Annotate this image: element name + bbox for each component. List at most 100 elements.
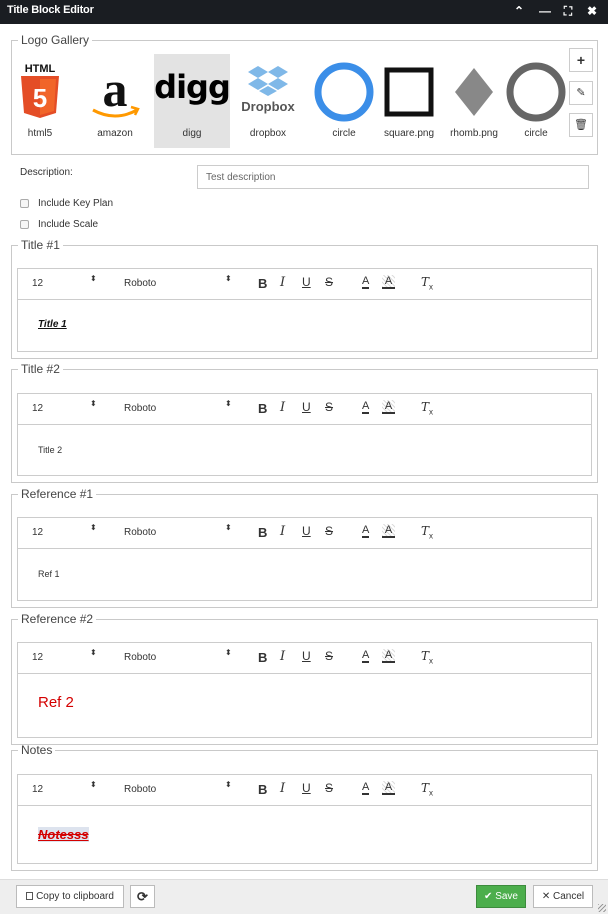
background-color-button[interactable]: A	[382, 781, 395, 795]
editor-content[interactable]: Ref 2	[38, 694, 74, 711]
text-color-button[interactable]: A	[362, 400, 370, 414]
underline-button[interactable]: U	[302, 781, 311, 795]
html5-logo-text: HTML	[25, 63, 56, 75]
editor-content[interactable]: Title 2	[38, 445, 62, 455]
clear-format-button[interactable]: Tx	[421, 275, 433, 291]
clear-format-icon: T	[421, 400, 430, 414]
clear-format-sub: x	[429, 407, 434, 417]
description-input[interactable]	[197, 165, 589, 189]
logo-item-dropbox[interactable]: Dropbox dropbox	[230, 54, 306, 148]
select-arrows-icon[interactable]: ⬍	[90, 649, 97, 657]
edit-logo-button[interactable]: ✎	[569, 81, 593, 105]
save-button[interactable]: ✔ Save	[476, 885, 526, 908]
editor-content[interactable]: Ref 1	[38, 569, 60, 579]
select-arrows-icon[interactable]: ⬍	[90, 781, 97, 789]
select-arrows-icon[interactable]: ⬍	[225, 781, 232, 789]
bold-button[interactable]: B	[258, 782, 267, 797]
font-size-select[interactable]: 12	[32, 652, 43, 663]
delete-logo-button[interactable]: 🗑	[569, 113, 593, 137]
select-arrows-icon[interactable]: ⬍	[225, 275, 232, 283]
strikethrough-button[interactable]: S	[325, 524, 333, 538]
select-arrows-icon[interactable]: ⬍	[225, 649, 232, 657]
select-arrows-icon[interactable]: ⬍	[90, 524, 97, 532]
background-color-button[interactable]: A	[382, 400, 395, 414]
font-size-select[interactable]: 12	[32, 403, 43, 414]
clear-format-button[interactable]: Tx	[421, 400, 433, 416]
clear-format-button[interactable]: Tx	[421, 781, 433, 797]
font-family-select[interactable]: Roboto	[124, 403, 156, 414]
resize-grip-icon[interactable]	[598, 904, 606, 912]
close-icon[interactable]: ✖	[584, 3, 600, 20]
maximize-icon[interactable]: ⛶	[560, 3, 576, 20]
logo-item-amazon[interactable]: a amazon	[77, 54, 153, 148]
underline-button[interactable]: U	[302, 275, 311, 289]
underline-button[interactable]: U	[302, 649, 311, 663]
text-color-button[interactable]: A	[362, 649, 370, 663]
text-color-button[interactable]: A	[362, 781, 370, 795]
window-title: Title Block Editor	[7, 4, 94, 16]
collapse-icon[interactable]: ⌃	[511, 3, 527, 20]
italic-button[interactable]: I	[280, 524, 285, 539]
copy-icon	[26, 892, 34, 900]
text-color-button[interactable]: A	[362, 524, 370, 538]
save-label: Save	[495, 891, 518, 902]
select-arrows-icon[interactable]: ⬍	[225, 524, 232, 532]
font-size-select[interactable]: 12	[32, 278, 43, 289]
logo-item-html5[interactable]: HTML 5 html5	[2, 54, 78, 148]
underline-button[interactable]: U	[302, 524, 311, 538]
logo-label: dropbox	[249, 128, 287, 139]
clear-format-button[interactable]: Tx	[421, 649, 433, 665]
bold-button[interactable]: B	[258, 525, 267, 540]
strikethrough-button[interactable]: S	[325, 781, 333, 795]
text-color-button[interactable]: A	[362, 275, 370, 289]
bold-button[interactable]: B	[258, 650, 267, 665]
dropbox-logo-icon: Dropbox	[241, 66, 295, 114]
bold-button[interactable]: B	[258, 276, 267, 291]
background-color-button[interactable]: A	[382, 275, 395, 289]
font-size-select[interactable]: 12	[32, 784, 43, 795]
editor-content[interactable]: Notesss	[38, 827, 89, 842]
copy-to-clipboard-button[interactable]: Copy to clipboard	[16, 885, 124, 908]
refresh-icon: ⟳	[137, 889, 148, 904]
logo-label: html5	[27, 128, 53, 139]
bold-button[interactable]: B	[258, 401, 267, 416]
minimize-icon[interactable]: —	[537, 3, 553, 20]
checkbox-box[interactable]	[20, 220, 29, 229]
background-color-button[interactable]: A	[382, 524, 395, 538]
select-arrows-icon[interactable]: ⬍	[225, 400, 232, 408]
refresh-button[interactable]: ⟳	[130, 885, 155, 908]
select-arrows-icon[interactable]: ⬍	[90, 275, 97, 283]
cancel-button[interactable]: ✕ Cancel	[533, 885, 593, 908]
italic-button[interactable]: I	[280, 649, 285, 664]
font-family-select[interactable]: Roboto	[124, 652, 156, 663]
font-size-select[interactable]: 12	[32, 527, 43, 538]
digg-logo-icon: digg	[154, 68, 230, 106]
italic-button[interactable]: I	[280, 400, 285, 415]
add-logo-button[interactable]: +	[569, 48, 593, 72]
italic-button[interactable]: I	[280, 781, 285, 796]
edit-icon: ✎	[576, 87, 586, 99]
background-color-button[interactable]: A	[382, 649, 395, 663]
italic-button[interactable]: I	[280, 275, 285, 290]
editor-toolbar: 12 ⬍ Roboto ⬍ B I U S A A Tx	[18, 394, 591, 425]
editor-content[interactable]: Title 1	[38, 319, 67, 330]
select-arrows-icon[interactable]: ⬍	[90, 400, 97, 408]
strikethrough-button[interactable]: S	[325, 275, 333, 289]
checkbox-box[interactable]	[20, 199, 29, 208]
clear-format-button[interactable]: Tx	[421, 524, 433, 540]
strikethrough-button[interactable]: S	[325, 649, 333, 663]
dialog-footer: Copy to clipboard ⟳ ✔ Save ✕ Cancel	[0, 879, 608, 914]
logo-item-digg[interactable]: digg digg	[154, 54, 230, 148]
editor-toolbar: 12 ⬍ Roboto ⬍ B I U S A A Tx	[18, 518, 591, 549]
editor-title-1: 12 ⬍ Roboto ⬍ B I U S A A Tx Title 1	[17, 268, 592, 352]
checkbox-label: Include Key Plan	[38, 198, 114, 209]
clear-format-icon: T	[421, 275, 430, 289]
cancel-label: Cancel	[553, 891, 585, 902]
underline-button[interactable]: U	[302, 400, 311, 414]
font-family-select[interactable]: Roboto	[124, 278, 156, 289]
logo-item-circle-gray[interactable]: circle	[498, 54, 574, 148]
logo-label: amazon	[97, 128, 133, 139]
font-family-select[interactable]: Roboto	[124, 784, 156, 795]
font-family-select[interactable]: Roboto	[124, 527, 156, 538]
strikethrough-button[interactable]: S	[325, 400, 333, 414]
